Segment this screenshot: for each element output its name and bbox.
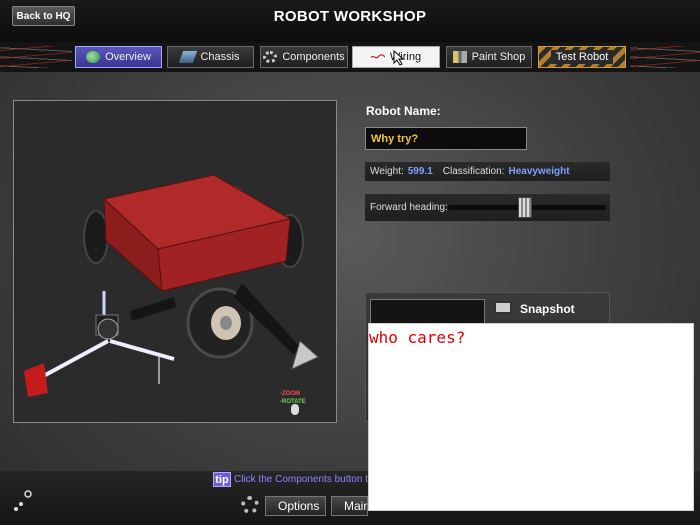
robot-name-input[interactable]: Why try? [365, 127, 527, 150]
page-title: ROBOT WORKSHOP [273, 8, 427, 25]
snapshot-button[interactable]: Snapshot [520, 302, 575, 316]
tab-overview-label: Overview [105, 51, 151, 63]
tab-components[interactable]: Components [260, 46, 348, 68]
chassis-icon [179, 51, 198, 63]
mouse-icon [291, 404, 299, 415]
options-button[interactable]: Options [265, 496, 326, 516]
tab-test-robot-label: Test Robot [550, 50, 614, 64]
forward-heading-label: Forward heading: [370, 202, 448, 213]
robot-name-label: Robot Name: [366, 104, 441, 118]
overlay-note: who cares? [368, 323, 694, 511]
robot-stats-bar: Weight: 599.1 Classification: Heavyweigh… [365, 162, 610, 181]
decorative-wires-left [0, 46, 72, 68]
weight-label: Weight: [370, 166, 404, 177]
settings-gear-icon[interactable] [241, 496, 259, 514]
robot-model [24, 174, 319, 397]
tip-text: Click the Components button to c [234, 474, 368, 485]
loading-dots-icon [14, 490, 32, 511]
decorative-wires-right [630, 46, 700, 68]
tab-test-robot[interactable]: Test Robot [538, 46, 626, 68]
top-bar: Back to HQ ROBOT WORKSHOP [0, 0, 700, 42]
overlay-text: who cares? [369, 328, 466, 347]
weight-value: 599.1 [407, 166, 433, 177]
globe-icon [86, 51, 101, 63]
paint-icon [452, 51, 467, 63]
camera-icon[interactable] [494, 301, 512, 314]
robot-3d-viewport[interactable] [13, 100, 337, 423]
forward-heading-panel: Forward heading: [365, 194, 610, 221]
gear-icon [263, 51, 278, 63]
forward-heading-slider-thumb[interactable] [518, 197, 532, 218]
classification-value: Heavyweight [508, 166, 570, 177]
main-menu-button[interactable]: Main M [331, 496, 368, 516]
tip-badge: tip [213, 472, 231, 487]
tab-overview[interactable]: Overview [75, 46, 162, 68]
tab-components-label: Components [282, 51, 345, 63]
zoom-hint: ZOOM [282, 391, 300, 397]
wire-icon [370, 54, 385, 59]
tab-chassis-label: Chassis [200, 51, 240, 63]
tab-chassis[interactable]: Chassis [167, 46, 254, 68]
tab-paint-shop[interactable]: Paint Shop [446, 46, 532, 68]
classification-label: Classification: [442, 166, 505, 177]
mouse-cursor-icon [393, 50, 405, 66]
tab-paint-shop-label: Paint Shop [471, 51, 526, 63]
